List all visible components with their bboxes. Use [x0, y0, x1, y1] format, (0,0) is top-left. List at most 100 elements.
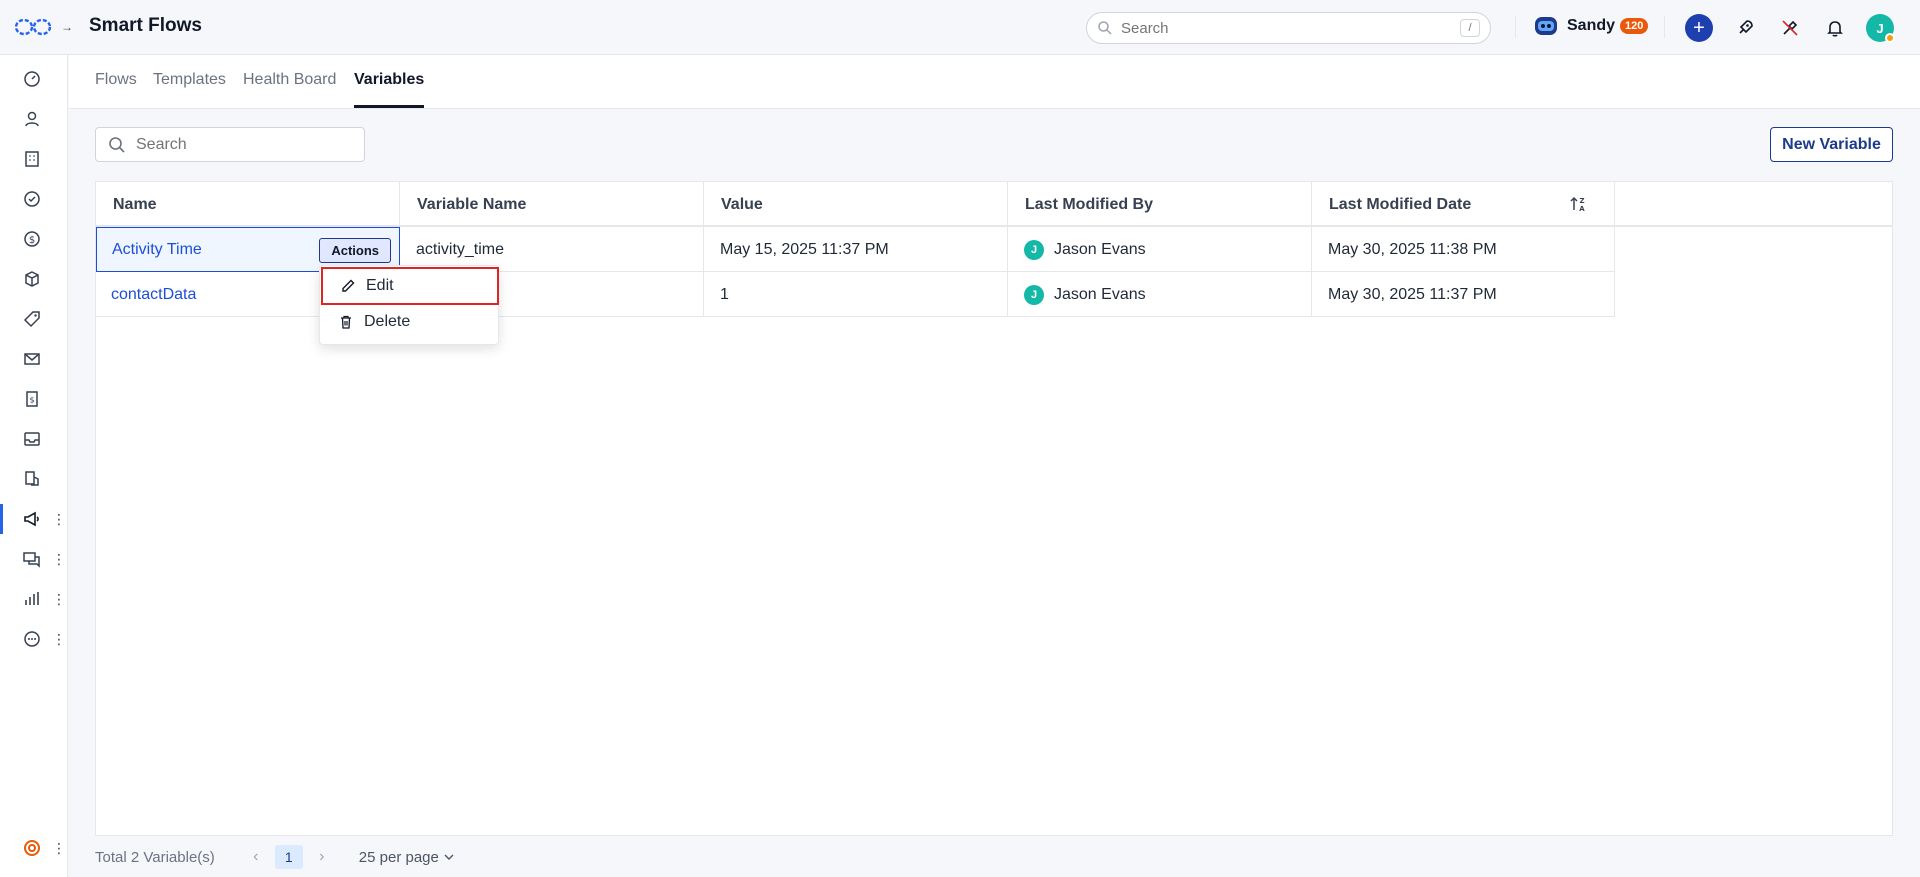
sidebar-item-reports[interactable]: ⋮ [0, 580, 68, 618]
divider [1664, 16, 1665, 38]
global-search[interactable]: / [1086, 12, 1491, 44]
column-header-value[interactable]: Value [704, 182, 1008, 227]
more-icon [24, 631, 40, 647]
dashboard-icon [24, 71, 40, 87]
search-shortcut-key: / [1460, 19, 1480, 37]
sidebar-item-more[interactable]: ⋮ [0, 620, 68, 658]
sidebar-item-inbox[interactable] [0, 420, 68, 458]
per-page-label: 25 per page [358, 848, 439, 866]
cell-modified-by: J Jason Evans [1008, 227, 1312, 272]
chevron-down-icon [444, 854, 454, 860]
menu-item-label: Edit [366, 277, 394, 294]
more-options-icon[interactable]: ⋮ [52, 592, 66, 606]
invoice-icon: $ [26, 391, 38, 407]
column-header-last-modified-by[interactable]: Last Modified By [1008, 182, 1312, 227]
column-header-variable-name[interactable]: Variable Name [400, 182, 704, 227]
robot-icon [1535, 17, 1557, 35]
cell-value: 1 [704, 272, 1008, 317]
notification-count-badge: 120 [1620, 18, 1649, 34]
sidebar-item-dashboard[interactable] [0, 60, 68, 98]
left-sidebar: $ $ ⋮ ⋮ ⋮ ⋮ ⋮ [0, 55, 68, 877]
variable-search-input[interactable] [136, 135, 352, 154]
products-icon [25, 271, 39, 287]
app-logo-icon[interactable] [14, 17, 52, 37]
tools-button[interactable] [1776, 14, 1804, 42]
more-options-icon[interactable]: ⋮ [52, 841, 66, 855]
tab-bar: Flows Templates Health Board Variables [69, 55, 1920, 109]
user-avatar[interactable]: J [1866, 14, 1895, 43]
sidebar-item-products[interactable] [0, 260, 68, 298]
column-header-name[interactable]: Name [96, 182, 400, 227]
inbox-icon [24, 432, 40, 446]
table-footer: Total 2 Variable(s) ‹ 1 › 25 per page [95, 845, 455, 869]
svg-text:$: $ [29, 235, 35, 246]
variable-search[interactable] [95, 127, 365, 162]
sidebar-item-companies[interactable] [0, 140, 68, 178]
cell-modified-date: May 30, 2025 11:38 PM [1312, 227, 1615, 272]
per-page-select[interactable]: 25 per page [359, 849, 455, 866]
assistant-button[interactable]: Sandy 120 [1533, 14, 1649, 38]
sidebar-item-tags[interactable] [0, 300, 68, 338]
total-count: Total 2 Variable(s) [95, 848, 215, 866]
actions-button[interactable]: Actions [319, 238, 391, 263]
deals-icon: $ [24, 231, 40, 247]
automation-icon [25, 471, 39, 486]
quick-add-button[interactable]: + [1685, 14, 1713, 42]
menu-item-edit[interactable]: Edit [321, 267, 499, 305]
sidebar-item-chat[interactable]: ⋮ [0, 540, 68, 578]
chevron-right-icon[interactable]: › [311, 848, 333, 866]
contacts-icon [25, 111, 39, 127]
mail-icon [24, 353, 40, 365]
sidebar-item-invoices[interactable]: $ [0, 380, 68, 418]
tools-off-icon [1782, 20, 1798, 36]
sidebar-item-campaigns[interactable]: ⋮ [0, 500, 68, 538]
tab-templates[interactable]: Templates [153, 71, 226, 105]
tab-health-board[interactable]: Health Board [243, 71, 336, 105]
user-initial: J [1876, 20, 1884, 36]
menu-item-delete[interactable]: Delete [320, 304, 500, 340]
modified-by-name: Jason Evans [1054, 285, 1146, 303]
tab-flows[interactable]: Flows [95, 71, 137, 105]
chevron-left-icon[interactable]: ‹ [245, 848, 267, 866]
column-header-label: Last Modified Date [1329, 195, 1472, 213]
new-variable-button[interactable]: New Variable [1770, 127, 1893, 162]
top-bar: → Smart Flows / Sandy 120 + J [0, 0, 1920, 55]
search-icon [1098, 21, 1112, 35]
chat-icon [23, 552, 40, 568]
svg-text:Z: Z [1579, 197, 1584, 205]
companies-icon [25, 151, 39, 167]
more-options-icon[interactable]: ⋮ [52, 552, 66, 566]
more-options-icon[interactable]: ⋮ [52, 632, 66, 646]
assistant-name: Sandy [1567, 17, 1616, 34]
lifebuoy-icon [24, 840, 40, 856]
actions-menu: Edit Delete [319, 265, 499, 345]
page-title: Smart Flows [89, 15, 202, 36]
notifications-button[interactable] [1821, 14, 1849, 42]
sidebar-item-automation[interactable] [0, 460, 68, 498]
column-header-last-modified-date[interactable]: Last Modified Date ZA [1312, 182, 1615, 227]
sidebar-item-tasks[interactable] [0, 180, 68, 218]
cell-modified-by: J Jason Evans [1008, 272, 1312, 317]
modified-by-name: Jason Evans [1054, 240, 1146, 258]
rocket-button[interactable] [1731, 14, 1759, 42]
tag-icon [23, 311, 40, 328]
expand-sidebar-icon[interactable]: → [58, 18, 76, 36]
menu-item-label: Delete [364, 313, 411, 330]
sidebar-item-deals[interactable]: $ [0, 220, 68, 258]
svg-text:$: $ [29, 396, 34, 405]
global-search-input[interactable] [1121, 19, 1460, 37]
status-dot [1885, 33, 1895, 43]
svg-text:A: A [1579, 205, 1585, 213]
cell-value: May 15, 2025 11:37 PM [704, 227, 1008, 272]
sidebar-item-help[interactable]: ⋮ [0, 829, 68, 867]
search-icon [109, 136, 125, 153]
sort-icon[interactable]: ZA [1568, 194, 1588, 214]
page-number-button[interactable]: 1 [274, 845, 303, 869]
tab-variables[interactable]: Variables [354, 71, 425, 108]
more-options-icon[interactable]: ⋮ [52, 512, 66, 526]
row-name[interactable]: Activity Time [112, 241, 202, 259]
trash-icon [341, 315, 351, 329]
table-header: Name Variable Name Value Last Modified B… [96, 182, 1892, 227]
sidebar-item-contacts[interactable] [0, 100, 68, 138]
sidebar-item-mail[interactable] [0, 340, 68, 378]
